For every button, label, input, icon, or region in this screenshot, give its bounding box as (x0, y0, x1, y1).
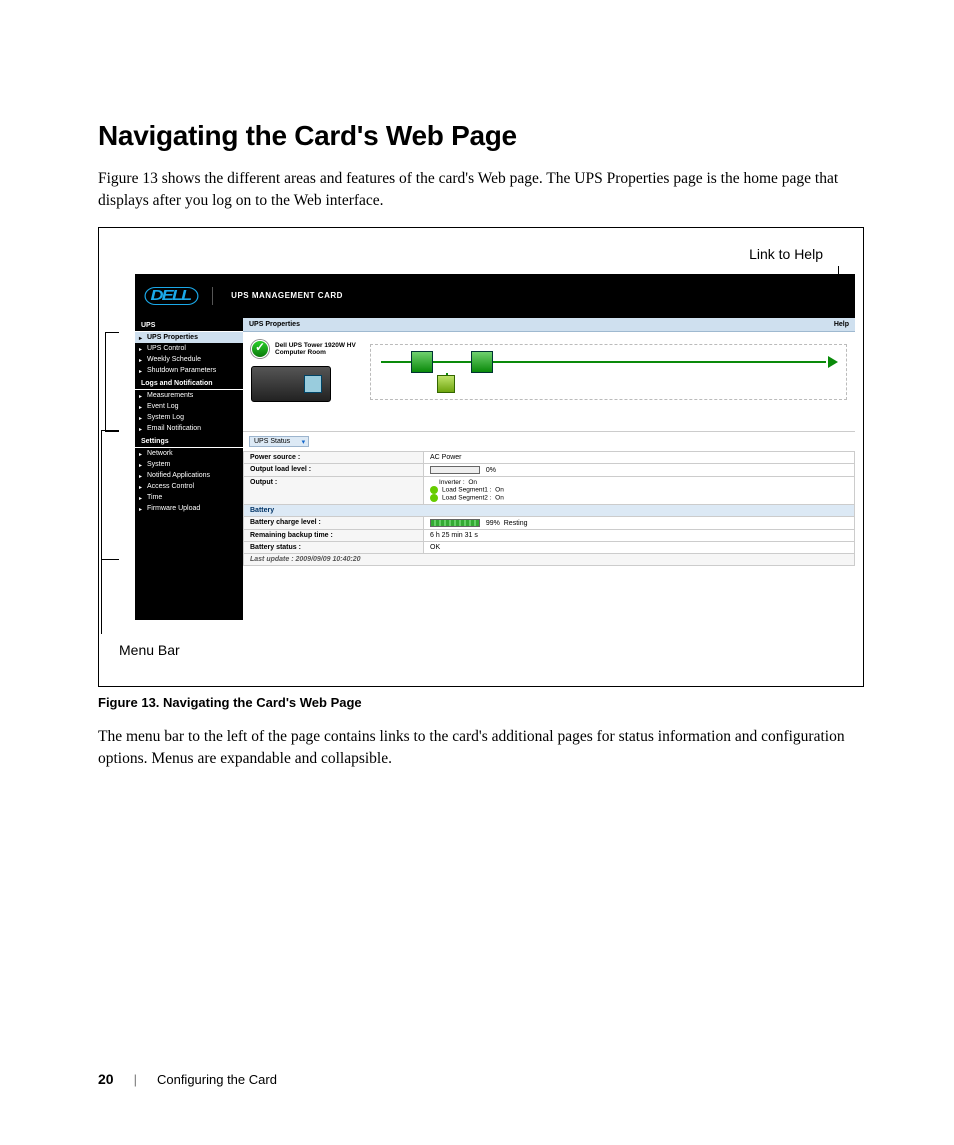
sidebar-item-firmware-upload[interactable]: Firmware Upload (135, 503, 243, 514)
mock-header: DELL UPS MANAGEMENT CARD (135, 274, 855, 318)
callout-line (101, 560, 102, 634)
flow-node-icon (411, 351, 433, 373)
intro-paragraph: Figure 13 shows the different areas and … (98, 168, 864, 213)
figure-frame: Link to Help Menu Bar DELL UPS MANAGEMEN… (98, 227, 864, 687)
charge-bar-icon (430, 519, 480, 527)
sidebar-item-ups-control[interactable]: UPS Control (135, 343, 243, 354)
sidebar-item-email-notification[interactable]: Email Notification (135, 423, 243, 434)
status-ok-icon (251, 340, 269, 358)
sidebar-header-logs: Logs and Notification (135, 376, 243, 390)
row-label: Battery charge level : (244, 516, 424, 529)
sidebar-item-time[interactable]: Time (135, 492, 243, 503)
row-value: OK (424, 541, 855, 553)
dell-logo: DELL (144, 287, 198, 305)
footer-section-title: Configuring the Card (157, 1072, 277, 1087)
body-paragraph: The menu bar to the left of the page con… (98, 726, 864, 771)
sidebar-header-settings: Settings (135, 434, 243, 448)
flow-node-icon (471, 351, 493, 373)
row-label: Output : (244, 476, 424, 504)
callout-help: Link to Help (749, 246, 823, 262)
sidebar-item-system[interactable]: System (135, 459, 243, 470)
sidebar-item-weekly-schedule[interactable]: Weekly Schedule (135, 354, 243, 365)
callout-menu-bar: Menu Bar (119, 642, 180, 658)
ups-image (251, 366, 331, 402)
load-bar-icon (430, 466, 480, 474)
help-link[interactable]: Help (834, 321, 849, 328)
screenshot-mock: DELL UPS MANAGEMENT CARD UPS UPS Propert… (135, 274, 855, 620)
sidebar-header-ups: UPS (135, 318, 243, 332)
flow-battery-icon (437, 375, 455, 393)
callout-bracket (105, 332, 119, 432)
row-value: 99% Resting (424, 516, 855, 529)
divider (212, 287, 213, 305)
sidebar-item-event-log[interactable]: Event Log (135, 401, 243, 412)
row-value: Inverter : On Load Segment1 : On Load Se… (424, 476, 855, 504)
page-footer: 20 | Configuring the Card (98, 1071, 277, 1087)
sidebar-item-access-control[interactable]: Access Control (135, 481, 243, 492)
row-label: Power source : (244, 451, 424, 463)
device-name: Dell UPS Tower 1920W HV (275, 342, 356, 349)
callout-bracket (101, 430, 119, 560)
footer-divider: | (134, 1072, 137, 1087)
row-label: Battery status : (244, 541, 424, 553)
row-value: AC Power (424, 451, 855, 463)
last-update: Last update : 2009/09/09 10:40:20 (244, 553, 855, 565)
sidebar-item-ups-properties[interactable]: UPS Properties (135, 332, 243, 343)
sidebar-item-network[interactable]: Network (135, 448, 243, 459)
sidebar: UPS UPS Properties UPS Control Weekly Sc… (135, 318, 243, 620)
row-label: Remaining backup time : (244, 529, 424, 541)
row-label: Output load level : (244, 463, 424, 476)
content-title: UPS Properties (249, 321, 300, 328)
ups-status-dropdown[interactable]: UPS Status (249, 436, 309, 447)
app-title: UPS MANAGEMENT CARD (231, 291, 343, 300)
sidebar-item-shutdown-parameters[interactable]: Shutdown Parameters (135, 365, 243, 376)
row-value: 0% (424, 463, 855, 476)
properties-table: Power source : AC Power Output load leve… (243, 451, 855, 566)
power-flow-diagram (370, 344, 847, 400)
sidebar-item-notified-applications[interactable]: Notified Applications (135, 470, 243, 481)
page-number: 20 (98, 1071, 114, 1087)
battery-section-header: Battery (244, 504, 855, 516)
device-location: Computer Room (275, 349, 356, 356)
figure-caption: Figure 13. Navigating the Card's Web Pag… (98, 695, 864, 710)
status-dot-icon (430, 494, 438, 502)
section-heading: Navigating the Card's Web Page (98, 120, 864, 152)
sidebar-item-measurements[interactable]: Measurements (135, 390, 243, 401)
content-panel: UPS Properties Help Dell UPS Tower 1920W… (243, 318, 855, 620)
sidebar-item-system-log[interactable]: System Log (135, 412, 243, 423)
row-value: 6 h 25 min 31 s (424, 529, 855, 541)
status-dot-icon (430, 486, 438, 494)
